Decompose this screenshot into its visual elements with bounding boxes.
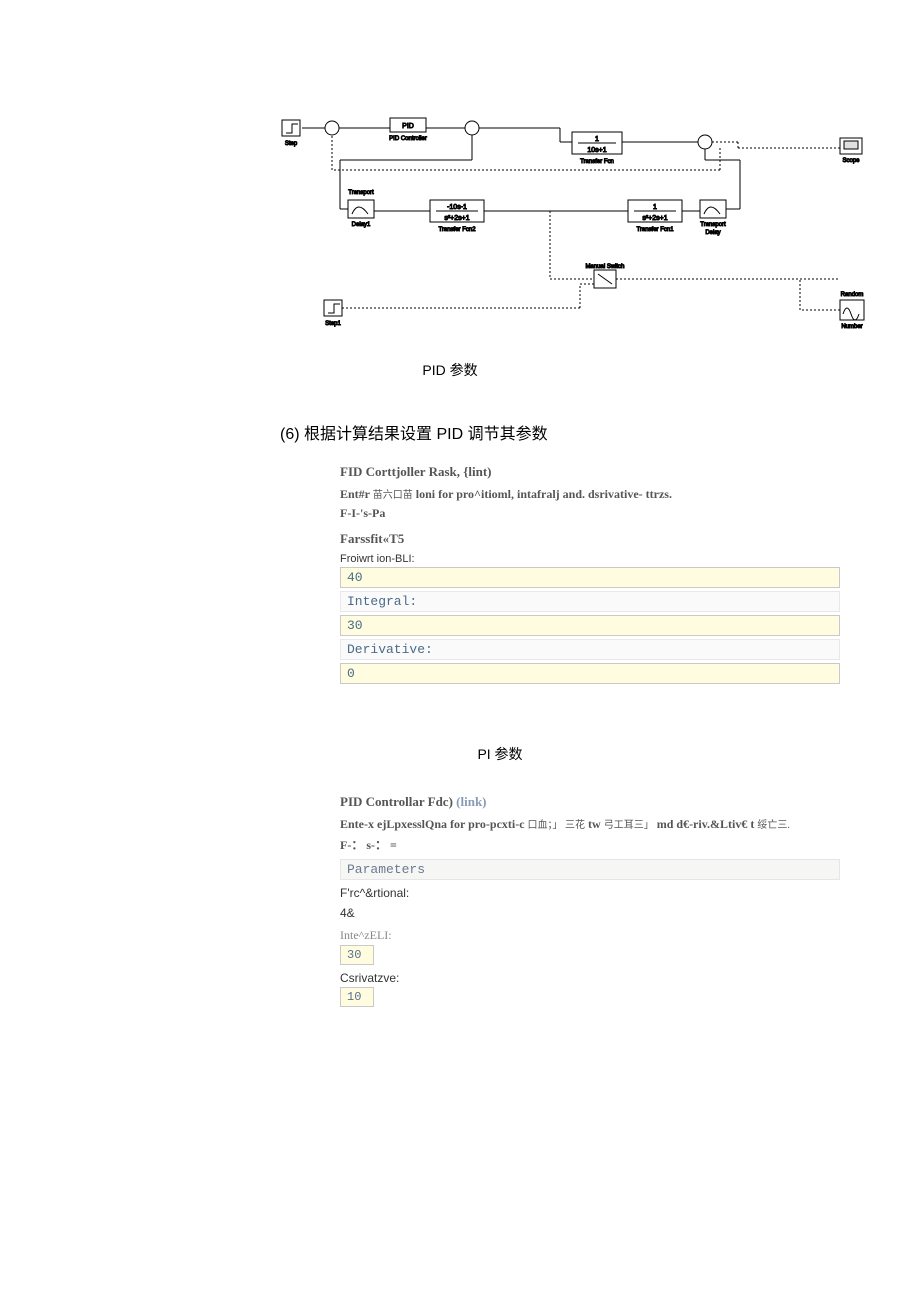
dialog1-d-label: Derivative: — [340, 639, 840, 660]
svg-text:10s+1: 10s+1 — [587, 147, 606, 154]
svg-text:Delay: Delay — [705, 230, 720, 236]
dialog1-desc-prefix: Ent#r — [340, 487, 373, 501]
svg-text:Transfer Fcn: Transfer Fcn — [580, 159, 614, 165]
dialog2-i-label: Inte^zELI: — [340, 928, 840, 943]
pi-caption: PI 参数 — [400, 744, 600, 764]
dialog1-desc-rest: loni for pro^itioml, intafralj and. dsri… — [413, 487, 672, 501]
svg-text:Step1: Step1 — [325, 321, 341, 327]
d2-cjk3: 绥亡三. — [757, 820, 790, 831]
dialog1-title: FID Corttjoller Rask, {lint) — [340, 464, 840, 480]
svg-text:s²+2s+1: s²+2s+1 — [444, 215, 469, 222]
svg-text:Number: Number — [841, 324, 862, 330]
dialog2-p-value: 4& — [340, 906, 840, 920]
simulink-diagram: PID PID Controller 1 10s+1 Transfer Fcn — [280, 100, 880, 340]
dialog2-desc: Ente-x ejLpxesslQna for pro-pcxti-c 口血；」… — [340, 816, 840, 832]
dialog1-i-input[interactable]: 30 — [340, 615, 840, 636]
dialog1-i-label: Integral: — [340, 591, 840, 612]
dialog2-i-input[interactable]: 30 — [340, 945, 374, 965]
dialog1-extra: F-I-'s-Pa — [340, 506, 840, 521]
dialog1-desc-cjk: 苗六口苗 — [373, 490, 413, 501]
section-heading-6: (6) 根据计算结果设置 PID 调节其参数 — [280, 420, 880, 444]
diagram-caption: PID 参数 — [300, 360, 600, 380]
svg-text:Transfer Fcn1: Transfer Fcn1 — [636, 227, 674, 233]
d2-mid: tw — [585, 817, 604, 831]
dialog1-desc: Ent#r 苗六口苗 loni for pro^itioml, intafral… — [340, 486, 840, 502]
dialog1-d-input[interactable]: 0 — [340, 663, 840, 684]
svg-text:-10s-1: -10s-1 — [447, 204, 467, 211]
svg-text:Transport: Transport — [700, 222, 726, 228]
d2-cjk2: 弓工耳三」 — [604, 820, 654, 831]
svg-text:1: 1 — [653, 204, 657, 211]
svg-text:1: 1 — [595, 136, 599, 143]
pid-dialog-2: PID Controllar Fdc) (link) Ente-x ejLpxe… — [340, 794, 840, 1007]
svg-text:Random: Random — [841, 292, 864, 298]
dialog2-extra: F-： s-： = — [340, 836, 840, 853]
dialog2-p-label: F'rc^&rtional: — [340, 886, 840, 900]
dialog1-section: Farssfit«T5 — [340, 531, 840, 547]
dialog2-d-label: Csrivatzve: — [340, 971, 840, 985]
dialog2-params-header: Parameters — [340, 859, 840, 880]
dialog2-title: PID Controllar Fdc) (link) — [340, 794, 840, 810]
svg-text:Delay1: Delay1 — [352, 222, 371, 228]
d2-prefix: Ente-x ejLpxesslQna for pro-pcxti-c — [340, 817, 528, 831]
svg-text:Transport: Transport — [348, 190, 374, 196]
svg-text:Step: Step — [285, 141, 298, 147]
dialog1-p-label: Froiwrt ion-BLI: — [340, 553, 840, 565]
svg-text:Scope: Scope — [842, 158, 860, 164]
svg-text:PID: PID — [402, 123, 414, 130]
svg-text:PID Controller: PID Controller — [389, 136, 427, 142]
dialog1-p-input[interactable]: 40 — [340, 567, 840, 588]
d2-cjk1: 口血；」 三花 — [528, 820, 586, 831]
dialog2-title-link[interactable]: (link) — [456, 794, 486, 809]
svg-text:Manual Switch: Manual Switch — [585, 264, 624, 270]
svg-text:s²+2s+1: s²+2s+1 — [642, 215, 667, 222]
svg-text:Transfer Fcn2: Transfer Fcn2 — [438, 227, 476, 233]
dialog2-d-input[interactable]: 10 — [340, 987, 374, 1007]
d2-rest: md d€-riv.&Ltiv€ t — [654, 817, 758, 831]
dialog2-title-main: PID Controllar Fdc) — [340, 794, 456, 809]
pid-dialog-1: FID Corttjoller Rask, {lint) Ent#r 苗六口苗 … — [340, 464, 840, 684]
